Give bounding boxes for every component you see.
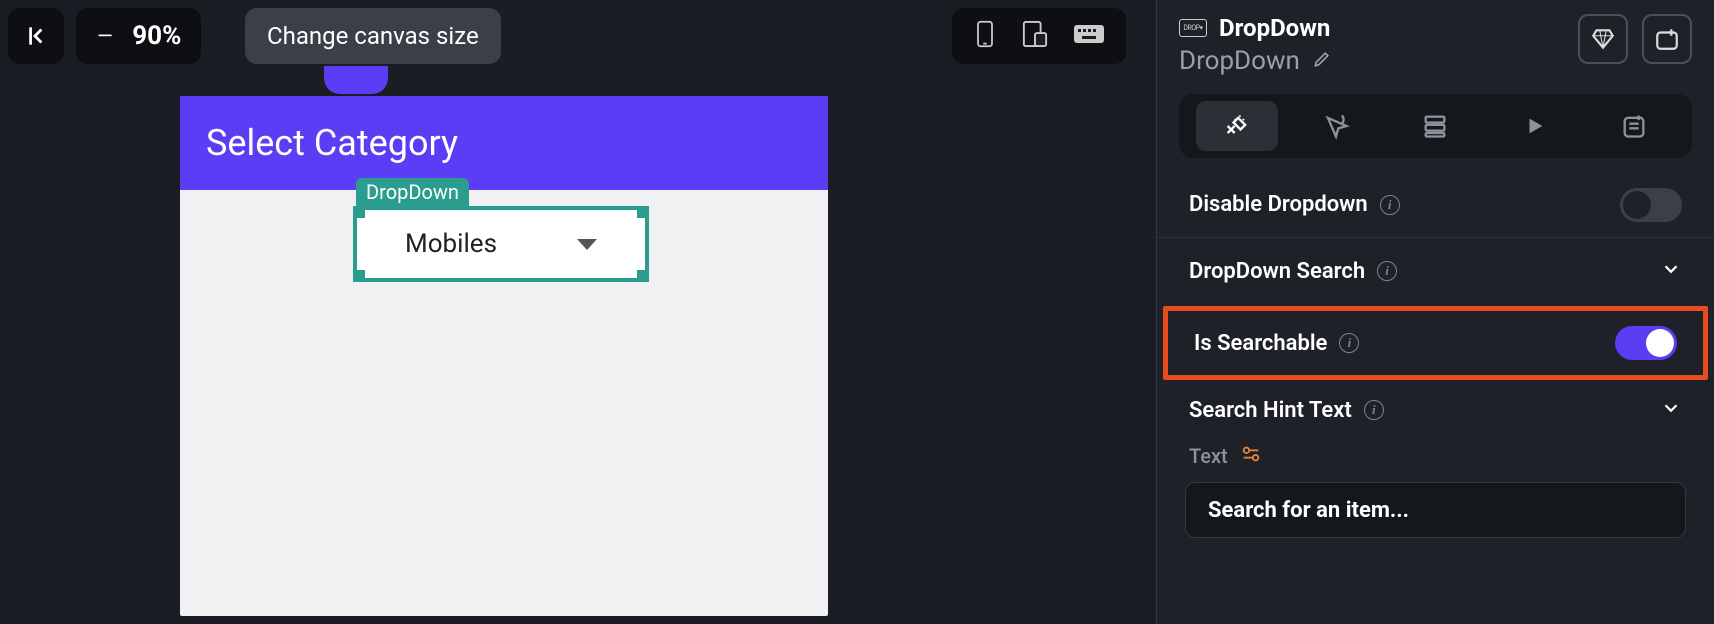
panel-header: DROP▾ DropDown DropDown [1157,10,1714,76]
tablet-icon[interactable] [1022,20,1048,52]
caret-down-icon [577,239,597,250]
canvas-size-tooltip: Change canvas size [245,8,501,64]
chevron-down-icon[interactable] [1660,258,1682,284]
zoom-control[interactable]: − 90% [76,8,201,64]
canvas-area: − 90% Change canvas size Select Category… [0,0,1156,624]
info-icon[interactable]: i [1339,333,1359,353]
dropdown-value: Mobiles [405,229,497,259]
resize-handle-br[interactable] [637,270,647,280]
zoom-out-icon[interactable]: − [96,17,114,55]
chevron-down-icon[interactable] [1660,397,1682,423]
is-searchable-toggle[interactable] [1615,326,1677,360]
add-panel-button[interactable] [1642,14,1692,64]
properties-panel: DROP▾ DropDown DropDown [1156,0,1714,624]
device-preview-bar [952,8,1126,64]
canvas-frame: Select Category DropDown Mobiles [180,70,828,616]
tab-docs[interactable] [1593,101,1675,151]
info-icon[interactable]: i [1364,400,1384,420]
prop-dropdown-search[interactable]: DropDown Search i [1157,238,1714,304]
highlighted-property: Is Searchable i [1163,306,1708,380]
prop-disable-dropdown: Disable Dropdown i [1157,172,1714,238]
widget-name[interactable]: DropDown [1179,46,1300,76]
search-hint-input[interactable]: Search for an item... [1185,482,1686,538]
panel-tabs [1179,94,1692,158]
keyboard-icon[interactable] [1074,23,1104,49]
mobile-canvas[interactable]: Select Category DropDown Mobiles [180,96,828,616]
widget-type-badge: DROP▾ [1179,19,1207,37]
tab-animations[interactable] [1494,101,1576,151]
dropdown-search-label: DropDown Search [1189,259,1365,284]
info-icon[interactable]: i [1380,195,1400,215]
resize-handle-tr[interactable] [637,208,647,218]
page-title: Select Category [206,122,458,164]
tab-actions[interactable] [1295,101,1377,151]
text-config-row: Text [1157,438,1714,478]
tab-design[interactable] [1196,101,1278,151]
app-header: Select Category [180,96,828,190]
prop-is-searchable: Is Searchable i [1168,311,1703,375]
diamond-button[interactable] [1578,14,1628,64]
collapse-icon [23,23,49,49]
tab-data[interactable] [1394,101,1476,151]
search-hint-value: Search for an item... [1208,498,1409,523]
resize-handle-bl[interactable] [355,270,365,280]
info-icon[interactable]: i [1377,261,1397,281]
frame-tab[interactable] [324,66,388,94]
dropdown-widget[interactable]: Mobiles [353,206,649,282]
disable-dropdown-label: Disable Dropdown [1189,192,1368,217]
disable-dropdown-toggle[interactable] [1620,188,1682,222]
search-hint-text-label: Search Hint Text [1189,398,1352,423]
top-toolbar: − 90% [8,8,201,64]
prop-search-hint-text[interactable]: Search Hint Text i [1157,382,1714,438]
settings-icon[interactable] [1240,446,1262,466]
widget-tag[interactable]: DropDown [356,178,469,206]
widget-type-label: DropDown [1219,14,1330,42]
collapse-sidebar-button[interactable] [8,8,64,64]
resize-handle-tl[interactable] [355,208,365,218]
edit-name-icon[interactable] [1312,49,1332,73]
zoom-value: 90% [132,21,181,51]
is-searchable-label: Is Searchable [1194,331,1327,356]
text-sublabel: Text [1189,444,1228,468]
phone-icon[interactable] [974,20,996,52]
